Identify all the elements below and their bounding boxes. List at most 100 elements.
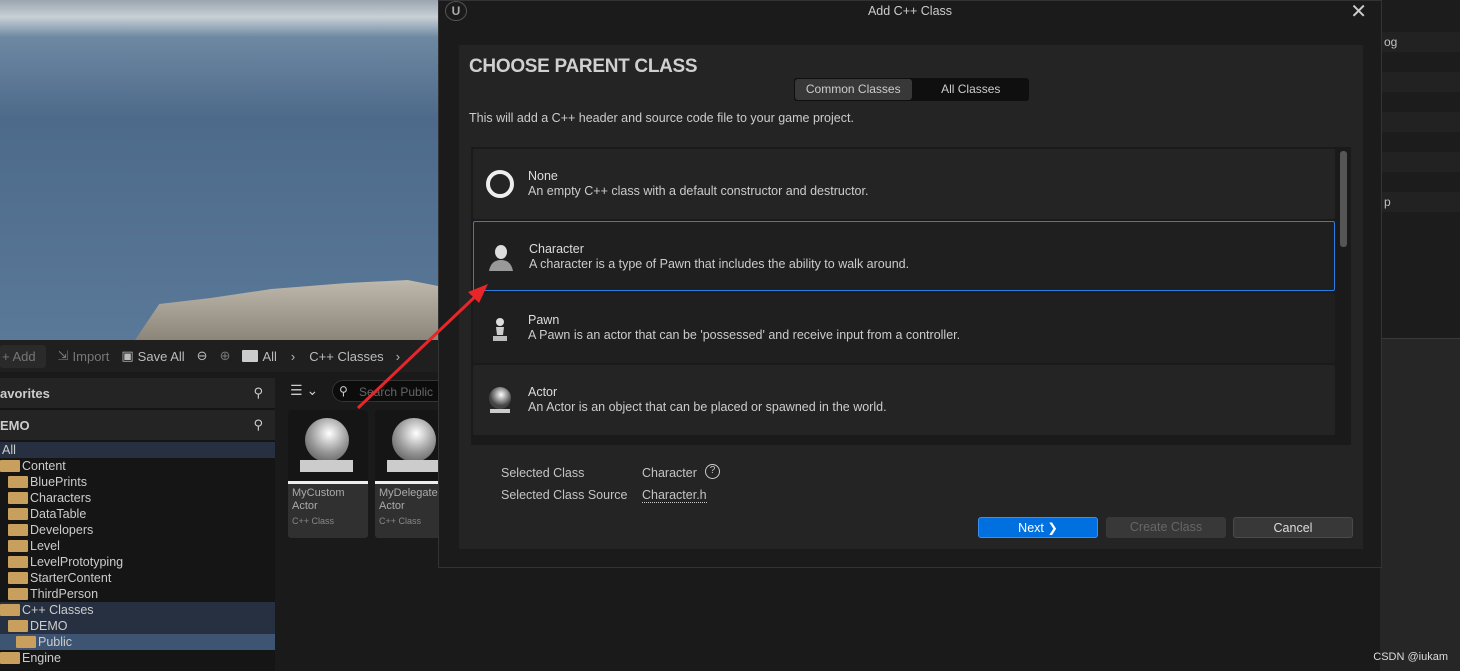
breadcrumb: All › C++ Classes ›	[242, 349, 400, 364]
dialog-content: CHOOSE PARENT CLASS Common Classes All C…	[459, 45, 1363, 549]
folder-icon	[0, 460, 20, 472]
watermark: CSDN @iukam	[1373, 651, 1448, 663]
class-item-pawn[interactable]: Pawn A Pawn is an actor that can be 'pos…	[473, 293, 1335, 363]
dialog-description: This will add a C++ header and source co…	[469, 111, 854, 125]
class-item-character[interactable]: Character A character is a type of Pawn …	[473, 221, 1335, 291]
tree-item[interactable]: StarterContent	[0, 570, 275, 586]
tree-item[interactable]: DataTable	[0, 506, 275, 522]
asset-name: MyCustom Actor	[292, 487, 345, 512]
row-text: og	[1384, 35, 1398, 49]
search-icon[interactable]: ⚲	[253, 385, 263, 401]
tree-item-label: All	[2, 443, 16, 457]
save-all-label: Save All	[137, 348, 185, 364]
tab-common-classes[interactable]: Common Classes	[795, 79, 912, 100]
tree-item[interactable]: Content	[0, 458, 275, 474]
pawn-icon	[493, 318, 507, 341]
favorites-header[interactable]: avorites ⚲	[0, 378, 275, 408]
tree-item[interactable]: Public	[0, 634, 275, 650]
cancel-button[interactable]: Cancel	[1233, 517, 1353, 538]
folder-icon	[242, 350, 259, 362]
class-name: Actor	[528, 385, 558, 399]
tree-item-label: Developers	[30, 523, 94, 537]
folder-icon	[8, 476, 28, 488]
folder-tree: All Content BluePrints Characters DataTable D…	[0, 442, 275, 666]
class-name: Pawn	[528, 313, 560, 327]
sphere-icon	[392, 418, 436, 462]
tree-item[interactable]: Engine	[0, 650, 275, 666]
tree-item[interactable]: Characters	[0, 490, 275, 506]
project-header[interactable]: EMO ⚲	[0, 410, 275, 440]
tree-item[interactable]: ThirdPerson	[0, 586, 275, 602]
tree-item-label: C++ Classes	[22, 603, 94, 617]
class-name: Character	[529, 242, 584, 256]
character-icon	[489, 245, 513, 271]
folder-icon	[8, 588, 28, 600]
next-button[interactable]: Next ❯	[978, 517, 1098, 538]
tree-item-label: Level	[30, 539, 60, 553]
dialog-title: Add C++ Class	[867, 4, 953, 18]
create-class-button[interactable]: Create Class	[1106, 517, 1226, 538]
class-item-none[interactable]: None An empty C++ class with a default c…	[473, 149, 1335, 219]
scrollbar[interactable]	[1340, 151, 1347, 247]
page-title: CHOOSE PARENT CLASS	[469, 56, 698, 77]
import-button[interactable]: ⇲ Import	[58, 348, 110, 364]
class-desc: A character is a type of Pawn that inclu…	[529, 257, 910, 271]
tree-item[interactable]: C++ Classes	[0, 602, 275, 618]
search-icon: ⚲	[339, 384, 348, 398]
class-item-actor[interactable]: Actor An Actor is an object that can be …	[473, 365, 1335, 435]
import-label: Import	[72, 348, 110, 364]
tree-item[interactable]: Level	[0, 538, 275, 554]
tree-item-label: Characters	[30, 491, 92, 505]
outliner-panel: og p	[1380, 0, 1460, 338]
back-icon[interactable]: ⊖	[197, 348, 208, 364]
folder-icon	[8, 556, 28, 568]
asset-view: ☰ ⌄ ⚲ Search Public MyCustom Actor C++ Cl…	[280, 378, 455, 671]
search-placeholder: Search Public	[359, 385, 434, 399]
tab-all-classes[interactable]: All Classes	[913, 78, 1030, 101]
search-icon[interactable]: ⚲	[253, 417, 263, 433]
folder-icon	[8, 492, 28, 504]
favorites-label: avorites	[0, 385, 50, 401]
tree-item-label: StarterContent	[30, 571, 112, 585]
tree-item-label: Content	[22, 459, 66, 473]
details-panel	[1380, 338, 1460, 671]
breadcrumb-cpp-classes[interactable]: C++ Classes	[309, 349, 383, 364]
help-icon[interactable]: ?	[705, 464, 720, 479]
close-icon[interactable]: ✕	[1350, 0, 1367, 24]
save-icon: ▣	[121, 348, 134, 363]
class-desc: A Pawn is an actor that can be 'possesse…	[528, 328, 961, 342]
add-button[interactable]: + Add	[0, 344, 46, 368]
tree-item-label: LevelPrototyping	[30, 555, 124, 569]
selected-source-link[interactable]: Character.h	[642, 488, 707, 503]
sources-panel: avorites ⚲ EMO ⚲ All Content BluePrints Chara…	[0, 378, 275, 671]
save-all-button[interactable]: ▣ Save All	[121, 348, 184, 364]
breadcrumb-all[interactable]: All	[262, 349, 276, 364]
filter-icon[interactable]: ☰ ⌄	[290, 382, 318, 399]
search-input[interactable]: ⚲ Search Public	[332, 380, 452, 402]
tree-item-label: Engine	[22, 651, 61, 665]
tree-item-label: DEMO	[30, 619, 68, 633]
actor-sphere-icon	[489, 387, 511, 413]
selected-class-label: Selected Class	[501, 466, 585, 480]
tree-item-label: Public	[38, 635, 73, 649]
class-list: None An empty C++ class with a default c…	[471, 147, 1351, 445]
tree-item[interactable]: Developers	[0, 522, 275, 538]
asset-type: C++ Class	[292, 516, 335, 526]
content-browser-toolbar: + Add ⇲ Import ▣ Save All ⊖ ⊕ All › C++ Cl…	[0, 340, 440, 372]
none-circle-icon	[486, 170, 514, 198]
folder-icon	[0, 604, 20, 616]
asset-tile[interactable]: MyCustom Actor C++ Class	[288, 410, 368, 538]
tree-item[interactable]: All	[0, 442, 275, 458]
class-desc: An Actor is an object that can be placed…	[528, 400, 887, 414]
project-label: EMO	[0, 417, 30, 433]
tree-item-label: DataTable	[30, 507, 87, 521]
tree-item-label: BluePrints	[30, 475, 87, 489]
forward-icon[interactable]: ⊕	[220, 348, 231, 364]
tree-item[interactable]: LevelPrototyping	[0, 554, 275, 570]
tree-item[interactable]: BluePrints	[0, 474, 275, 490]
selected-class-value: Character	[642, 466, 697, 480]
class-tabs: Common Classes All Classes	[794, 78, 1029, 101]
add-cpp-class-dialog: U Add C++ Class ✕ CHOOSE PARENT CLASS Co…	[438, 0, 1382, 568]
folder-icon	[16, 636, 36, 648]
tree-item[interactable]: DEMO	[0, 618, 275, 634]
